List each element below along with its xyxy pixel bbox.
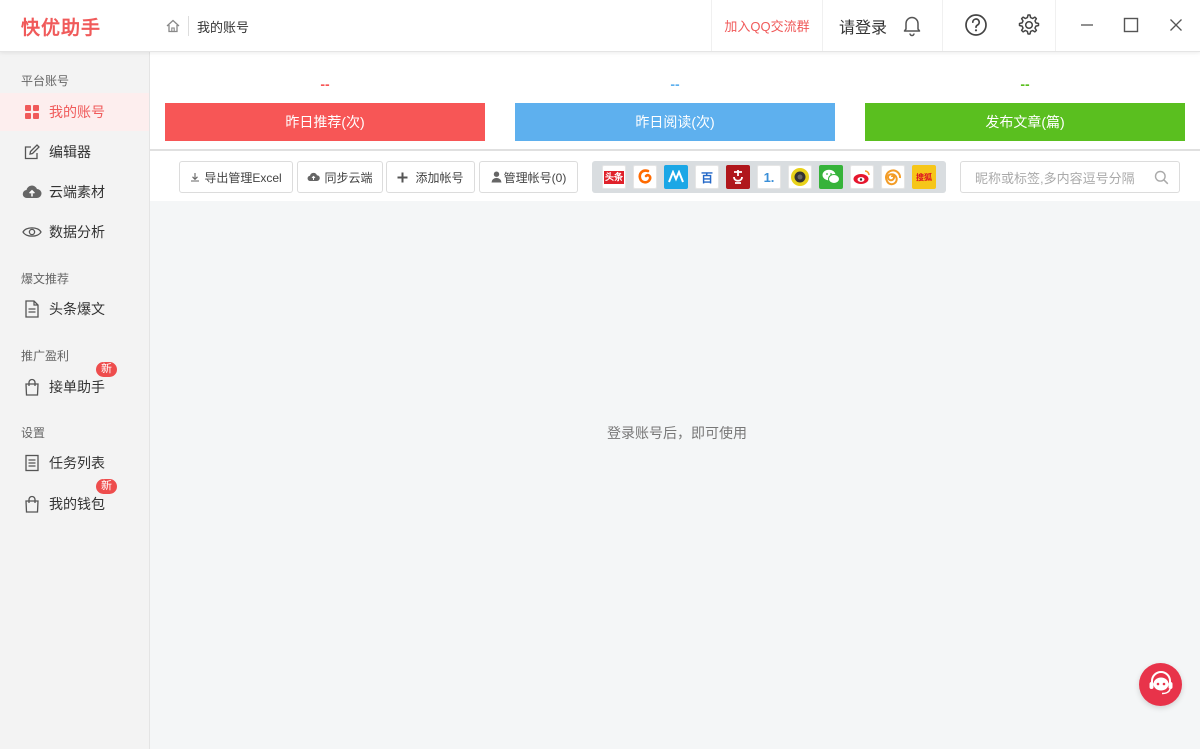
stat-publish-bar[interactable]: 发布文章(篇) [865,103,1185,141]
cloud-icon [22,182,42,202]
settings-icon[interactable] [1015,12,1041,38]
weibo-icon[interactable] [850,165,874,189]
wechat-icon[interactable] [819,165,843,189]
sidebar-item-my-wallet[interactable]: 我的钱包 新 [0,479,149,523]
sidebar-section-title: 设置 [21,426,46,440]
sidebar-item-label: 接单助手 [49,379,105,395]
bell-icon[interactable] [900,13,924,37]
sidebar-item-my-account[interactable]: 我的账号 [0,93,149,131]
home-icon[interactable] [165,18,181,34]
toutiao-icon[interactable]: 头条 [602,165,626,189]
sidebar-item-label: 数据分析 [49,224,105,240]
platform-spiral-icon[interactable] [881,165,905,189]
bag-icon [22,377,42,397]
qq-group-link[interactable]: 加入QQ交流群 [711,0,823,51]
close-icon[interactable] [1165,14,1187,36]
sidebar-section-title: 推广盈利 [21,349,70,363]
manage-accounts-button[interactable]: 管理帐号(0) [479,161,578,193]
help-icon[interactable] [963,12,989,38]
wallet-icon [22,494,42,514]
document-icon [22,299,42,319]
plus-icon [397,172,408,183]
sidebar-item-editor[interactable]: 编辑器 [0,133,149,171]
edit-icon [22,142,42,162]
search-box [960,161,1180,193]
header-divider [942,0,943,51]
search-icon[interactable] [1154,170,1169,185]
export-excel-button[interactable]: 导出管理Excel [179,161,293,193]
grid-icon [22,102,42,122]
sidebar-item-label: 任务列表 [49,455,105,471]
user-icon [491,171,502,183]
main-content: 登录账号后，即可使用 [150,201,1200,749]
login-button[interactable]: 请登录 [839,14,887,38]
stat-publish-value: -- [1020,76,1030,92]
maximize-icon[interactable] [1120,14,1142,36]
cloud-upload-icon [307,172,321,182]
sidebar-item-label: 我的账号 [49,104,105,120]
breadcrumb-current: 我的账号 [197,19,250,35]
stat-recommend-bar[interactable]: 昨日推荐(次) [165,103,485,141]
export-excel-label: 导出管理Excel [204,170,282,185]
sync-cloud-button[interactable]: 同步云端 [297,161,383,193]
customer-support-button[interactable] [1139,663,1182,706]
platform-m-icon[interactable] [664,165,688,189]
title-bar: 快优助手 我的账号 加入QQ交流群 请登录 [0,0,1200,52]
stats-panel: -- -- -- 昨日推荐(次) 昨日阅读(次) 发布文章(篇) [150,52,1200,151]
sidebar-item-label: 头条爆文 [49,301,105,317]
sidebar-section-title: 平台账号 [21,74,70,88]
sohu-icon[interactable]: 搜狐 [912,165,936,189]
manage-accounts-label: 管理帐号(0) [503,170,567,185]
sidebar-item-data-analysis[interactable]: 数据分析 [0,213,149,251]
add-account-button[interactable]: 添加帐号 [386,161,475,193]
platform-filter-bar: 头条 百 1. 搜狐 [592,161,946,193]
sidebar-item-label: 编辑器 [49,144,91,160]
search-input[interactable] [975,168,1155,188]
platform-seal-icon[interactable] [726,165,750,189]
app-logo: 快优助手 [21,18,102,39]
sidebar-item-task-list[interactable]: 任务列表 [0,444,149,482]
minimize-icon[interactable] [1076,14,1098,36]
list-icon [22,453,42,473]
sidebar-item-label: 云端素材 [49,184,105,200]
empty-state-message: 登录账号后，即可使用 [607,425,747,441]
sidebar-item-hot-articles[interactable]: 头条爆文 [0,290,149,328]
new-badge: 新 [96,479,117,494]
sidebar-item-cloud-material[interactable]: 云端素材 [0,173,149,211]
sidebar-section-title: 爆文推荐 [21,272,70,286]
stat-recommend-value: -- [320,76,330,92]
sidebar: 平台账号 我的账号 编辑器 云端素材 数据分析 爆文推荐 头条爆文 推广盈利 接… [0,52,150,749]
breadcrumb-divider [188,16,189,36]
yidian-icon[interactable]: 1. [757,165,781,189]
add-account-label: 添加帐号 [415,170,464,185]
new-badge: 新 [96,362,117,377]
toolbar: 导出管理Excel 同步云端 添加帐号 管理帐号(0) 头条 百 1. 搜狐 昵… [150,151,1200,201]
platform-swirl-icon[interactable] [633,165,657,189]
baijiahao-icon[interactable]: 百 [695,165,719,189]
breadcrumb: 我的账号 [165,15,249,37]
sidebar-item-label: 我的钱包 [49,496,105,512]
eye-icon [22,222,42,242]
headset-icon [1147,670,1175,699]
sidebar-item-order-assistant[interactable]: 接单助手 新 [0,362,149,406]
stat-read-bar[interactable]: 昨日阅读(次) [515,103,835,141]
stat-read-value: -- [670,76,680,92]
sync-cloud-label: 同步云端 [324,170,373,185]
header-divider [1055,0,1056,51]
platform-circle-icon[interactable] [788,165,812,189]
download-icon [190,172,200,182]
